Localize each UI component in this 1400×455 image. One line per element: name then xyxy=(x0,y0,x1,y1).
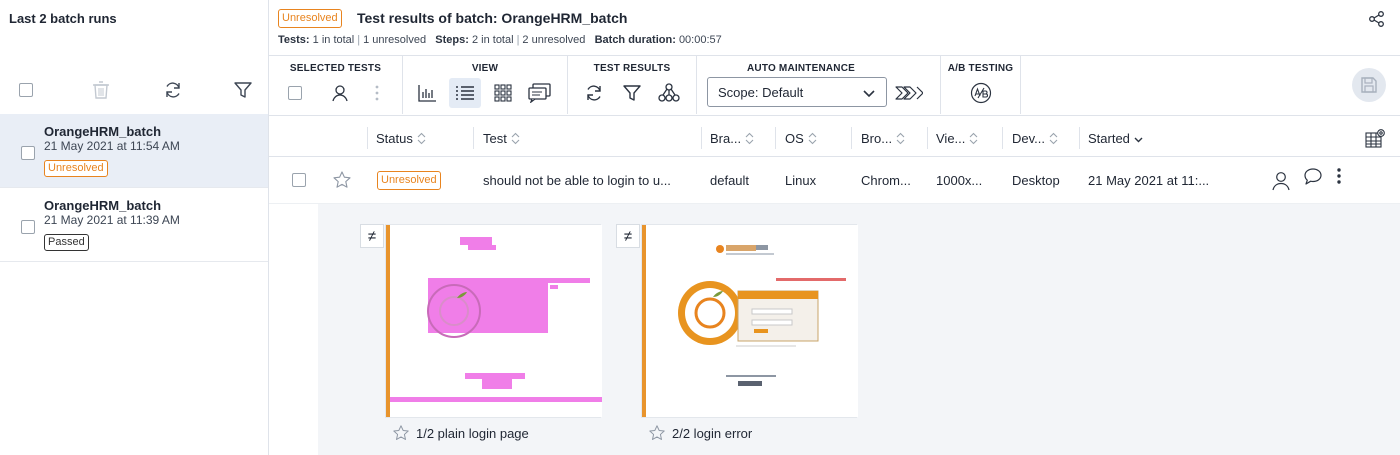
tests-total: 1 in total xyxy=(312,34,355,46)
step-thumbnail[interactable] xyxy=(641,224,858,418)
batch-run-name: OrangeHRM_batch xyxy=(44,198,162,213)
select-all-checkbox[interactable] xyxy=(14,78,38,102)
scope-select[interactable]: Scope: Default xyxy=(707,77,887,107)
column-header-branch[interactable]: Bra... xyxy=(710,131,754,146)
chart-view-icon[interactable] xyxy=(411,78,443,108)
column-header-test[interactable]: Test xyxy=(483,131,520,146)
step-label[interactable]: 1/2 plain login page xyxy=(392,424,529,442)
diff-toggle-icon[interactable]: ≠ xyxy=(616,224,640,248)
batch-run-item[interactable]: OrangeHRM_batch 21 May 2021 at 11:54 AM … xyxy=(0,114,268,188)
filter-results-icon[interactable] xyxy=(616,78,648,108)
group-by-icon[interactable] xyxy=(653,78,685,108)
started-cell: 21 May 2021 at 11:... xyxy=(1088,173,1210,188)
step-thumbnail[interactable] xyxy=(385,224,602,418)
branch-cell: default xyxy=(710,173,750,188)
os-cell: Linux xyxy=(785,173,817,188)
batch-run-date: 21 May 2021 at 11:54 AM xyxy=(44,139,180,153)
comment-icon[interactable] xyxy=(1303,167,1323,192)
page-title: Test results of batch: OrangeHRM_batch xyxy=(357,10,628,26)
assign-user-icon[interactable] xyxy=(324,78,356,108)
tests-label: Tests: xyxy=(278,34,310,46)
column-header-os[interactable]: OS xyxy=(785,131,817,146)
row-checkbox[interactable] xyxy=(292,173,306,187)
duration-label: Batch duration: xyxy=(594,34,676,46)
results-table-header: Status Test Bra... OS Bro... Vie... Dev.… xyxy=(269,117,1400,157)
browser-cell: Chrom... xyxy=(861,173,911,188)
save-icon[interactable] xyxy=(1352,68,1386,102)
batch-runs-title: Last 2 batch runs xyxy=(9,11,117,26)
steps-label: Steps: xyxy=(435,34,469,46)
diff-toggle-icon[interactable]: ≠ xyxy=(360,224,384,248)
column-header-device[interactable]: Dev... xyxy=(1012,131,1058,146)
sort-icon xyxy=(417,132,426,145)
diff-screenshot-image xyxy=(390,225,602,417)
apply-maintenance-icon[interactable] xyxy=(893,78,925,108)
column-header-browser[interactable]: Bro... xyxy=(861,131,905,146)
steps-unresolved: 2 unresolved xyxy=(522,34,586,46)
more-options-icon[interactable] xyxy=(361,78,393,108)
sort-icon xyxy=(1049,132,1058,145)
grid-view-icon[interactable] xyxy=(487,78,519,108)
batch-run-date: 21 May 2021 at 11:39 AM xyxy=(44,213,180,227)
batch-runs-panel: Last 2 batch runs OrangeHRM_batch 21 May… xyxy=(0,0,269,455)
ab-testing-group: A/B TESTING xyxy=(941,56,1021,114)
batch-status-badge: Unresolved xyxy=(278,9,342,28)
results-toolbar: SELECTED TESTS VIEW TEST RESULTS AUTO MA… xyxy=(269,56,1400,116)
batch-run-checkbox[interactable] xyxy=(21,146,35,160)
sort-icon xyxy=(745,132,754,145)
sort-icon xyxy=(511,132,520,145)
column-settings-icon[interactable] xyxy=(1365,127,1387,154)
star-icon[interactable] xyxy=(392,424,410,442)
status-badge: Unresolved xyxy=(44,160,108,177)
star-icon[interactable] xyxy=(648,424,666,442)
auto-maintenance-group: AUTO MAINTENANCE Scope: Default xyxy=(697,56,941,114)
view-group: VIEW xyxy=(403,56,568,114)
status-badge: Passed xyxy=(44,234,89,251)
steps-total: 2 in total xyxy=(471,34,514,46)
chevron-down-icon xyxy=(863,90,875,98)
step-name: 2/2 login error xyxy=(672,425,753,441)
step-label[interactable]: 2/2 login error xyxy=(648,424,752,442)
batch-run-checkbox[interactable] xyxy=(21,220,35,234)
sort-icon xyxy=(808,132,817,145)
screenshot-image xyxy=(646,225,858,417)
list-view-icon[interactable] xyxy=(449,78,481,108)
star-icon[interactable] xyxy=(332,170,352,195)
refresh-icon[interactable] xyxy=(161,78,185,102)
column-header-status[interactable]: Status xyxy=(376,131,426,146)
tests-unresolved: 1 unresolved xyxy=(363,34,427,46)
assign-user-icon[interactable] xyxy=(1270,170,1292,197)
column-header-started[interactable]: Started xyxy=(1088,131,1143,146)
sort-icon xyxy=(970,132,978,145)
steps-panel: ≠ 1/2 plain login page ≠ 2/2 login error xyxy=(318,204,1400,455)
app-root: Last 2 batch runs OrangeHRM_batch 21 May… xyxy=(0,0,1400,455)
viewport-cell: 1000x... xyxy=(936,173,983,188)
ab-test-icon[interactable] xyxy=(965,78,997,108)
scope-value: Scope: Default xyxy=(718,85,804,100)
batch-duration: 00:00:57 xyxy=(678,34,722,46)
test-name-cell: should not be able to login to u... xyxy=(483,173,671,188)
batch-runs-toolbar xyxy=(0,78,268,106)
row-more-options-icon[interactable] xyxy=(1335,167,1343,192)
trash-icon[interactable] xyxy=(89,78,113,102)
sort-icon xyxy=(896,132,905,145)
share-icon[interactable] xyxy=(1368,10,1386,28)
comments-view-icon[interactable] xyxy=(524,78,556,108)
refresh-results-icon[interactable] xyxy=(578,78,610,108)
batch-run-name: OrangeHRM_batch xyxy=(44,124,162,139)
batch-run-item[interactable]: OrangeHRM_batch 21 May 2021 at 11:39 AM … xyxy=(0,188,268,262)
test-results-group: TEST RESULTS xyxy=(568,56,697,114)
column-header-viewport[interactable]: Vie... xyxy=(936,131,978,146)
batch-header: Unresolved Test results of batch: Orange… xyxy=(269,0,1400,56)
selected-tests-group: SELECTED TESTS xyxy=(269,56,403,114)
filter-icon[interactable] xyxy=(231,78,255,102)
status-badge: Unresolved xyxy=(377,171,441,190)
table-row[interactable]: Unresolved should not be able to login t… xyxy=(269,157,1400,204)
select-tests-checkbox[interactable] xyxy=(279,78,311,108)
device-cell: Desktop xyxy=(1012,173,1060,188)
sort-desc-icon xyxy=(1134,137,1143,143)
batch-stats: Tests: 1 in total | 1 unresolved Steps: 2 … xyxy=(278,34,722,46)
step-name: 1/2 plain login page xyxy=(416,425,529,441)
